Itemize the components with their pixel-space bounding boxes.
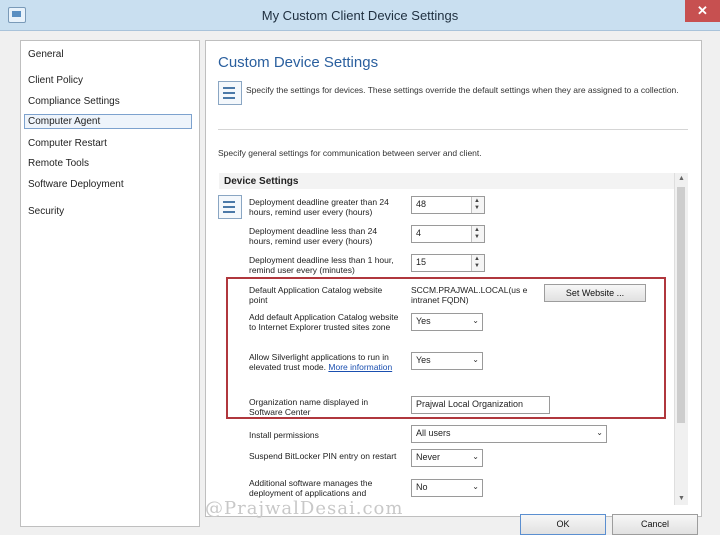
page-title: Custom Device Settings xyxy=(218,54,379,71)
additional-software-select[interactable]: No ⌄ xyxy=(411,479,483,497)
nav-item-client-policy[interactable]: Client Policy xyxy=(28,75,83,86)
ie-trusted-label: Add default Application Catalog website … xyxy=(249,312,399,332)
deadline-lt24-spinner[interactable]: 4 ▲ ▼ xyxy=(411,225,485,243)
catalog-website-value: SCCM.PRAJWAL.LOCAL(us e intranet FQDN) xyxy=(411,285,528,305)
chevron-down-icon: ⌄ xyxy=(472,452,479,461)
chevron-down-icon: ⌄ xyxy=(596,428,603,437)
selected-value: No xyxy=(416,482,428,492)
spin-down-icon[interactable]: ▼ xyxy=(474,234,480,241)
close-button[interactable]: ✕ xyxy=(685,0,720,22)
deadline-lt24-label: Deployment deadline less than 24 hours, … xyxy=(249,226,378,246)
window-title: My Custom Client Device Settings xyxy=(261,8,459,23)
deadline-lt1-label: Deployment deadline less than 1 hour, re… xyxy=(249,255,394,275)
nav-item-remote-tools[interactable]: Remote Tools xyxy=(28,158,89,169)
settings-list-icon xyxy=(218,81,242,105)
more-information-link[interactable]: More information xyxy=(328,362,392,372)
deadline-gt24-spinner[interactable]: 48 ▲ ▼ xyxy=(411,196,485,214)
nav-item-security[interactable]: Security xyxy=(28,206,64,217)
nav-item-computer-agent[interactable]: Computer Agent xyxy=(24,114,192,129)
bitlocker-select[interactable]: Never ⌄ xyxy=(411,449,483,467)
spin-down-icon[interactable]: ▼ xyxy=(474,263,480,270)
chevron-down-icon: ⌄ xyxy=(472,316,479,325)
nav-item-general[interactable]: General xyxy=(28,49,64,60)
watermark: @PrajwalDesai.com xyxy=(205,498,404,519)
divider xyxy=(218,129,688,130)
spin-down-icon[interactable]: ▼ xyxy=(474,205,480,212)
org-name-value: Prajwal Local Organization xyxy=(416,399,524,409)
spin-up-icon[interactable]: ▲ xyxy=(474,198,480,205)
page-description: Specify the settings for devices. These … xyxy=(246,85,679,95)
scroll-down-icon[interactable]: ▼ xyxy=(675,493,688,505)
cancel-button[interactable]: Cancel xyxy=(612,514,698,535)
scroll-thumb[interactable] xyxy=(677,187,685,423)
scroll-up-icon[interactable]: ▲ xyxy=(675,173,688,185)
spin-up-icon[interactable]: ▲ xyxy=(474,227,480,234)
spinner-value: 4 xyxy=(416,228,422,238)
nav-item-software-deployment[interactable]: Software Deployment xyxy=(28,179,124,190)
spinner-value: 48 xyxy=(416,199,427,209)
catalog-website-label: Default Application Catalog website poin… xyxy=(249,285,383,305)
settings-nav: General Client Policy Compliance Setting… xyxy=(20,40,200,527)
silverlight-label: Allow Silverlight applications to run in… xyxy=(249,352,401,372)
ie-trusted-select[interactable]: Yes ⌄ xyxy=(411,313,483,331)
selected-value: Yes xyxy=(416,316,431,326)
settings-scrollbar[interactable]: ▲ ▼ xyxy=(674,173,688,505)
settings-panel: Custom Device Settings Specify the setti… xyxy=(205,40,702,517)
silverlight-select[interactable]: Yes ⌄ xyxy=(411,352,483,370)
ok-button[interactable]: OK xyxy=(520,514,606,535)
org-name-input[interactable]: Prajwal Local Organization xyxy=(411,396,550,414)
selected-value: Yes xyxy=(416,355,431,365)
spinner-value: 15 xyxy=(416,257,427,267)
selected-value: Never xyxy=(416,452,441,462)
nav-item-compliance-settings[interactable]: Compliance Settings xyxy=(28,96,120,107)
nav-item-computer-restart[interactable]: Computer Restart xyxy=(28,138,107,149)
general-description: Specify general settings for communicati… xyxy=(218,148,482,158)
install-permissions-select[interactable]: All users ⌄ xyxy=(411,425,607,443)
spin-up-icon[interactable]: ▲ xyxy=(474,256,480,263)
chevron-down-icon: ⌄ xyxy=(472,482,479,491)
selected-value: All users xyxy=(416,428,451,438)
deadline-gt24-label: Deployment deadline greater than 24 hour… xyxy=(249,197,389,217)
deadline-lt1-spinner[interactable]: 15 ▲ ▼ xyxy=(411,254,485,272)
chevron-down-icon: ⌄ xyxy=(472,355,479,364)
org-name-label: Organization name displayed in Software … xyxy=(249,397,369,417)
additional-software-label: Additional software manages the deployme… xyxy=(249,478,373,498)
device-settings-icon xyxy=(218,195,242,219)
group-title: Device Settings xyxy=(224,176,299,187)
bitlocker-label: Suspend BitLocker PIN entry on restart xyxy=(249,451,397,461)
set-website-button[interactable]: Set Website ... xyxy=(544,284,646,302)
title-bar: My Custom Client Device Settings ✕ xyxy=(0,0,720,31)
install-permissions-label: Install permissions xyxy=(249,430,319,440)
